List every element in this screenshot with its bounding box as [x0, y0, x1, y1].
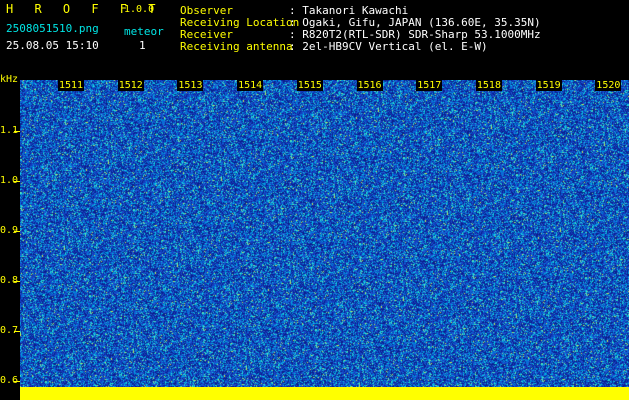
y-axis-tick: [14, 331, 20, 332]
y-axis-tick: [14, 231, 20, 232]
meteor-count: 1: [139, 39, 146, 52]
spectrogram-canvas: [20, 80, 629, 387]
y-axis-tick: [14, 381, 20, 382]
x-axis-label: 1511: [58, 80, 85, 91]
x-axis-label: 1514: [237, 80, 264, 91]
app-version: 1.0.0: [124, 4, 155, 15]
x-axis-label: 1515: [296, 80, 323, 91]
y-axis-tick: [14, 181, 20, 182]
y-axis-tick: [14, 131, 20, 132]
header-panel: H R O F F T 1.0.0 2508051510.png meteor …: [0, 0, 629, 74]
x-axis-label: 1512: [117, 80, 144, 91]
signal-baseline-band: [20, 387, 629, 400]
datetime-label: 25.08.05 15:10: [6, 39, 99, 52]
antenna-value: : 2el-HB9CV Vertical (el. E-W): [289, 40, 488, 53]
y-axis-tick: [14, 281, 20, 282]
x-axis-label: 1517: [416, 80, 443, 91]
x-axis-label: 1516: [356, 80, 383, 91]
x-axis-label: 1519: [535, 80, 562, 91]
x-axis-label: 1520: [595, 80, 622, 91]
filename-label: 2508051510.png: [6, 22, 99, 35]
x-axis-label: 1513: [177, 80, 204, 91]
meteor-label: meteor: [124, 25, 164, 38]
antenna-label: Receiving antenna: [180, 40, 293, 53]
frequency-unit-label: kHz: [0, 74, 19, 85]
x-axis-label: 1518: [475, 80, 502, 91]
spectrogram[interactable]: [20, 80, 629, 387]
